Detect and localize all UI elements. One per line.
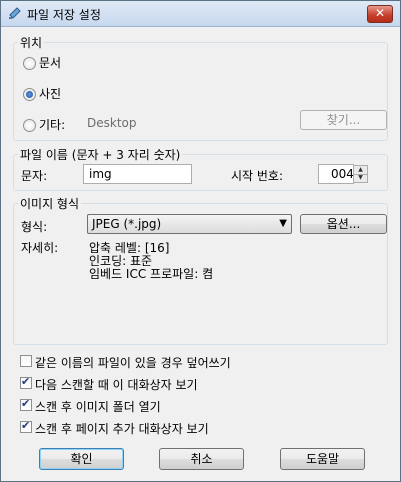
spin-down-icon[interactable]: ▼	[354, 174, 367, 182]
format-select-value: JPEG (*.jpg)	[92, 217, 162, 231]
ok-button[interactable]: 확인	[39, 448, 124, 470]
prefix-label: 문자:	[21, 169, 48, 183]
show-dialog-next-scan-checkbox[interactable]	[20, 375, 32, 389]
add-page-dialog-checkbox[interactable]	[20, 419, 32, 433]
add-page-dialog-label[interactable]: 스캔 후 페이지 추가 대화상자 보기	[35, 420, 209, 437]
help-button[interactable]: 도움말	[280, 448, 365, 470]
details-label: 자세히:	[21, 241, 59, 255]
start-number-label: 시작 번호:	[231, 169, 284, 183]
radio-other[interactable]	[23, 119, 36, 132]
window-title: 파일 저장 설정	[27, 8, 101, 22]
close-button[interactable]: ✕	[367, 5, 393, 23]
dropdown-arrow-icon: ▼	[279, 218, 287, 229]
radio-documents-label[interactable]: 문서	[39, 54, 61, 71]
image-format-legend: 이미지 형식	[20, 197, 80, 211]
open-folder-checkbox[interactable]	[20, 397, 32, 411]
prefix-input[interactable]	[83, 164, 192, 184]
cancel-button[interactable]: 취소	[159, 448, 244, 470]
close-icon: ✕	[374, 6, 386, 20]
radio-pictures[interactable]	[23, 88, 36, 101]
filename-legend: 파일 이름 (문자 + 3 자리 숫자)	[20, 148, 181, 162]
radio-documents[interactable]	[23, 57, 36, 70]
radio-pictures-label[interactable]: 사진	[39, 85, 61, 102]
start-number-input[interactable]	[318, 164, 354, 184]
show-dialog-next-scan-label[interactable]: 다음 스캔할 때 이 대화상자 보기	[35, 376, 198, 393]
other-path-text: Desktop	[87, 116, 137, 130]
location-legend: 위치	[20, 36, 43, 50]
overwrite-label[interactable]: 같은 이름의 파일이 있을 경우 덮어쓰기	[35, 354, 231, 371]
title-bar: 파일 저장 설정 ✕	[1, 1, 400, 27]
file-save-settings-dialog: 파일 저장 설정 ✕ 위치 문서 사진 기타: Desktop 찾기... 파일…	[0, 0, 401, 482]
overwrite-checkbox[interactable]	[20, 355, 32, 367]
scanner-app-icon	[9, 7, 21, 19]
detail-icc-profile: 임베드 ICC 프로파일: 켬	[89, 267, 214, 281]
open-folder-label[interactable]: 스캔 후 이미지 폴더 열기	[35, 398, 161, 415]
format-select[interactable]: JPEG (*.jpg) ▼	[87, 214, 292, 234]
start-number-spinner[interactable]: ▲ ▼	[353, 165, 368, 183]
browse-button[interactable]: 찾기...	[300, 110, 387, 130]
radio-other-label[interactable]: 기타:	[39, 116, 65, 133]
format-label: 형식:	[21, 220, 48, 234]
options-button[interactable]: 옵션...	[300, 214, 387, 234]
